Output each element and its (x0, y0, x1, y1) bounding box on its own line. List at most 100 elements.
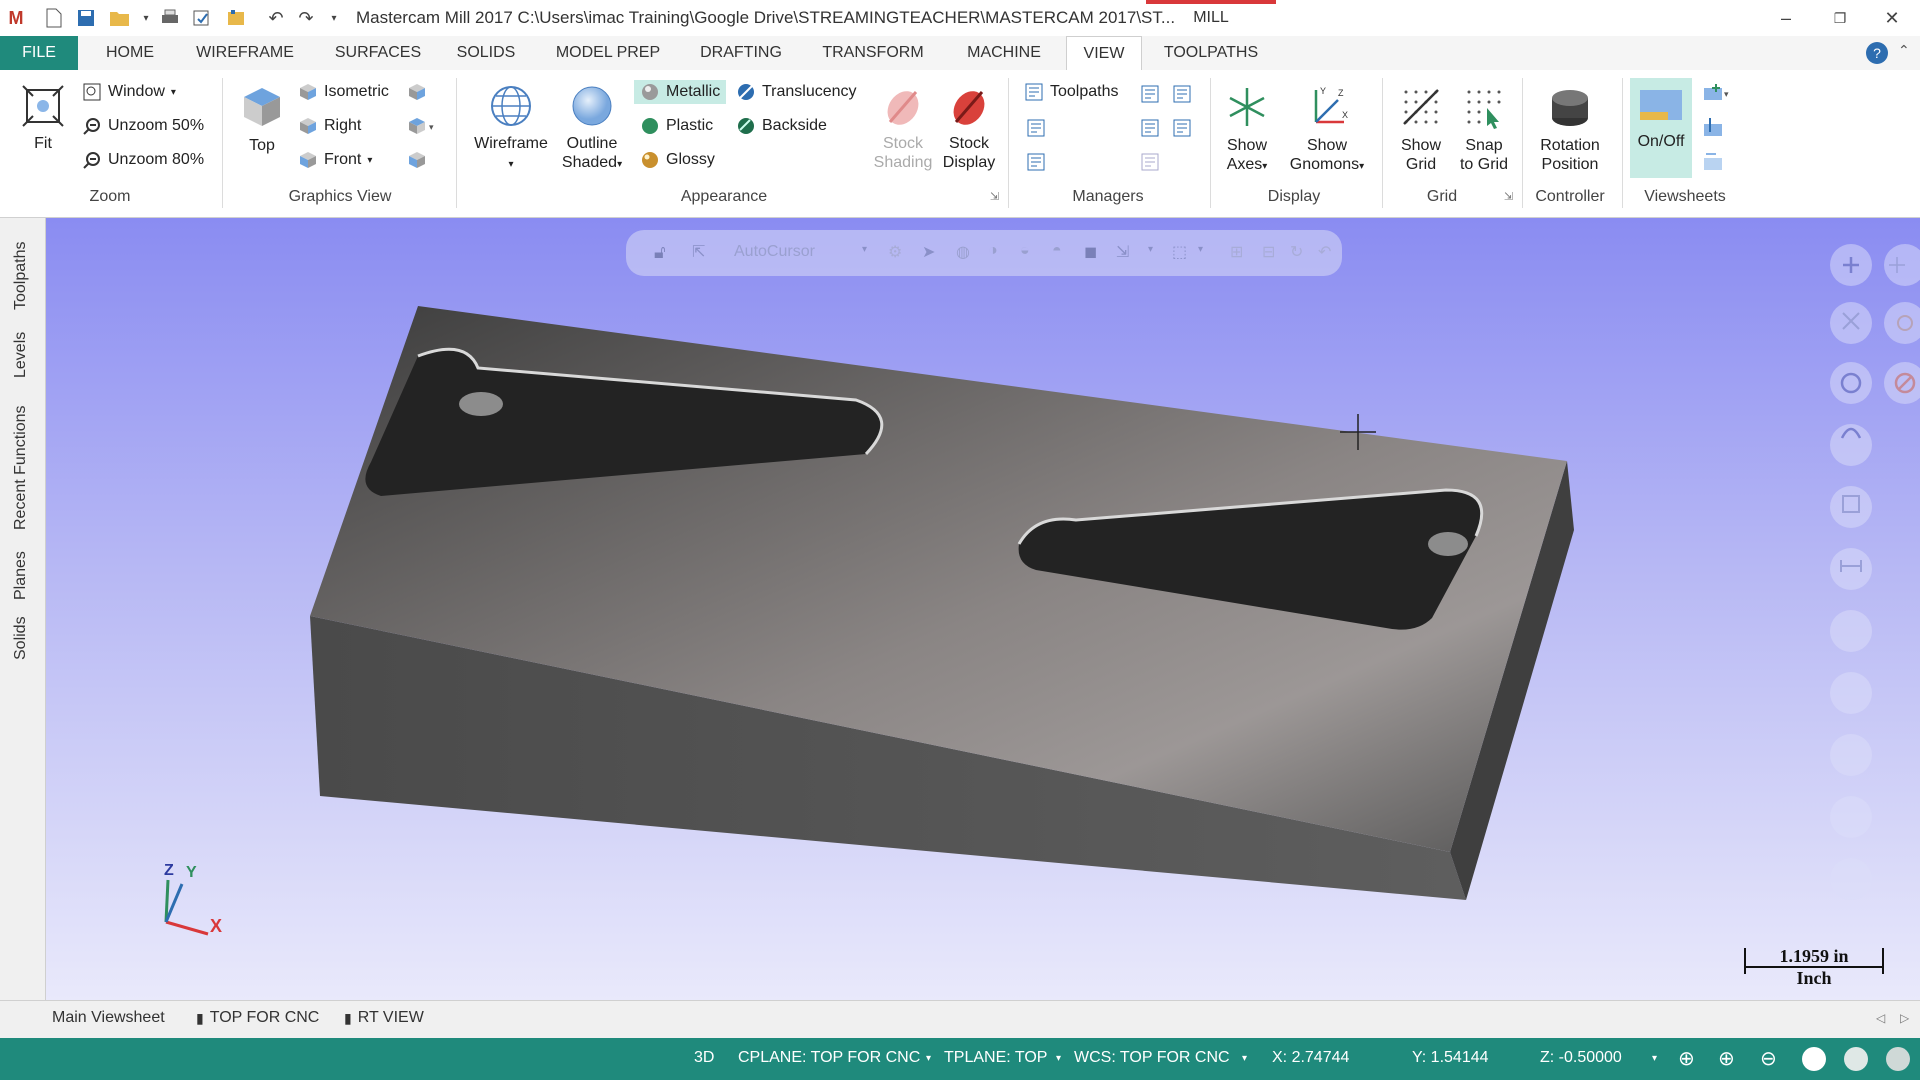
backside-button[interactable]: Backside (736, 116, 827, 136)
metallic-button[interactable]: Metallic (634, 80, 727, 104)
viewsheets-onoff-button[interactable]: On/Off (1630, 78, 1692, 178)
unzoom-50-button[interactable]: Unzoom 50% (82, 116, 204, 136)
help-icon[interactable]: ? (1866, 42, 1888, 64)
part-model[interactable] (46, 218, 1920, 1000)
manager-panel-icon[interactable] (1172, 84, 1192, 109)
manager-panel-icon[interactable] (1140, 152, 1160, 177)
mastercam-logo-icon: M (8, 7, 24, 28)
glossy-sphere-icon (640, 150, 660, 170)
show-axes-button[interactable]: Show Axes▾ (1214, 84, 1280, 176)
manager-panel-icon[interactable] (1140, 84, 1160, 109)
chevron-down-icon[interactable]: ▾ (1242, 1053, 1247, 1064)
minimize-icon[interactable]: – (1766, 4, 1806, 32)
customize-qat-icon[interactable]: ▾ (322, 6, 346, 30)
shaded-outline-icon[interactable] (1844, 1047, 1868, 1071)
status-mode[interactable]: 3D (694, 1049, 714, 1067)
chevron-down-icon[interactable]: ▾ (1652, 1053, 1657, 1064)
dock-tab-solids[interactable]: Solids (12, 616, 30, 660)
dock-tab-levels[interactable]: Levels (12, 332, 30, 378)
shaded-display-icon[interactable] (1802, 1047, 1826, 1071)
open-folder-icon[interactable] (108, 6, 132, 30)
tab-view[interactable]: VIEW (1066, 36, 1142, 70)
translucency-toggle-icon[interactable] (1886, 1047, 1910, 1071)
rename-viewsheet-icon[interactable] (1702, 116, 1724, 143)
top-view-button[interactable]: Top (234, 84, 290, 155)
glossy-button[interactable]: Glossy (640, 150, 715, 170)
wireframe-display-icon[interactable]: ⊕ (1678, 1046, 1695, 1071)
fit-button[interactable]: Fit (16, 84, 70, 153)
grid-dialog-launcher-icon[interactable]: ⇲ (1504, 190, 1513, 203)
tab-toolpaths[interactable]: TOOLPATHS (1150, 36, 1272, 70)
dock-tab-recent-functions[interactable]: Recent Functions (12, 405, 30, 530)
tab-surfaces[interactable]: SURFACES (326, 36, 430, 70)
view-cube-small-icon[interactable] (406, 150, 428, 177)
hidden-line-removed-icon[interactable]: ⊖ (1760, 1046, 1777, 1071)
snap-to-grid-button[interactable]: Snap to Grid (1452, 84, 1516, 174)
right-view-button[interactable]: Right (298, 116, 361, 136)
close-icon[interactable]: ✕ (1872, 4, 1912, 32)
manager-panel-icon[interactable] (1172, 118, 1192, 143)
dock-tab-planes[interactable]: Planes (12, 551, 30, 600)
print-preview-icon[interactable] (190, 6, 214, 30)
print-icon[interactable] (158, 6, 182, 30)
display-group-label: Display (1267, 188, 1321, 205)
show-grid-button[interactable]: Show Grid (1390, 84, 1452, 174)
appearance-dialog-launcher-icon[interactable]: ⇲ (990, 190, 999, 203)
wireframe-button[interactable]: Wireframe ▾ (468, 84, 554, 174)
dock-tab-toolpaths[interactable]: Toolpaths (12, 242, 30, 311)
graphics-viewport[interactable]: 🔓︎ ⇱ AutoCursor ▾ ⚙ ➤ ◍ ◑ ◒ ◓ ◼ ⇲ ▾ ⬚ ▾ … (46, 218, 1920, 1000)
undo-icon[interactable]: ↶ (264, 6, 288, 30)
status-wcs[interactable]: WCS: TOP FOR CNC (1074, 1049, 1230, 1067)
tab-transform[interactable]: TRANSFORM (812, 36, 934, 70)
tab-solids[interactable]: SOLIDS (450, 36, 522, 70)
manager-panel-icon[interactable] (1026, 152, 1046, 177)
tab-drafting[interactable]: DRAFTING (692, 36, 790, 70)
chevron-down-icon[interactable]: ▾ (134, 6, 158, 30)
hidden-line-icon[interactable]: ⊕ (1718, 1046, 1735, 1071)
restore-icon[interactable]: ❐ (1820, 4, 1860, 32)
redo-icon[interactable]: ↷ (294, 6, 318, 30)
tab-model-prep[interactable]: MODEL PREP (544, 36, 672, 70)
outline-shaded-button[interactable]: Outline Shaded▾ (552, 84, 632, 174)
save-icon[interactable] (74, 6, 98, 30)
rotation-position-button[interactable]: Rotation Position (1526, 84, 1614, 174)
view-cube-small-icon[interactable]: ▾ (406, 116, 436, 143)
tab-file[interactable]: FILE (0, 36, 78, 70)
tab-wireframe[interactable]: WIREFRAME (186, 36, 304, 70)
translucency-button[interactable]: Translucency (736, 82, 857, 102)
collapse-ribbon-icon[interactable]: ⌃ (1898, 42, 1910, 59)
scroll-right-icon[interactable]: ▷ (1900, 1011, 1909, 1025)
viewsheet-top-for-cnc[interactable]: ▮ TOP FOR CNC (196, 1009, 319, 1027)
plastic-button[interactable]: Plastic (640, 116, 713, 136)
stock-display-button[interactable]: Stock Display (936, 84, 1002, 172)
status-tplane[interactable]: TPLANE: TOP (944, 1049, 1047, 1067)
viewsheet-settings-icon[interactable] (1702, 150, 1724, 177)
scroll-left-icon[interactable]: ◁ (1876, 1011, 1885, 1025)
tab-machine[interactable]: MACHINE (956, 36, 1052, 70)
svg-text:Z: Z (1338, 88, 1344, 98)
right-cube-icon (298, 116, 318, 136)
view-cube-small-icon[interactable] (406, 82, 428, 109)
chevron-down-icon[interactable]: ▾ (1056, 1053, 1061, 1064)
front-view-button[interactable]: Front ▾ (298, 150, 372, 170)
show-gnomons-button[interactable]: YZX Show Gnomons▾ (1282, 84, 1372, 176)
zoom-window-button[interactable]: Window ▾ (82, 82, 176, 102)
stock-shading-button[interactable]: Stock Shading (868, 84, 938, 172)
svg-text:▾: ▾ (1724, 89, 1729, 99)
isometric-view-button[interactable]: Isometric (298, 82, 389, 102)
manager-panel-icon[interactable] (1140, 118, 1160, 143)
front-cube-icon (298, 150, 318, 170)
chevron-down-icon[interactable]: ▾ (926, 1053, 931, 1064)
viewsheet-rt-view[interactable]: ▮ RT VIEW (344, 1009, 424, 1027)
unzoom-80-button[interactable]: Unzoom 80% (82, 150, 204, 170)
axes-gnomon-icon (164, 879, 209, 936)
toolpaths-manager-button[interactable]: Toolpaths (1024, 82, 1119, 102)
axis-y-label: Y (186, 864, 197, 881)
viewsheet-main[interactable]: Main Viewsheet (52, 1009, 165, 1027)
new-file-icon[interactable] (42, 6, 66, 30)
manager-panel-icon[interactable] (1026, 118, 1046, 143)
status-cplane[interactable]: CPLANE: TOP FOR CNC (738, 1049, 920, 1067)
tab-home[interactable]: HOME (92, 36, 168, 70)
properties-icon[interactable] (224, 6, 248, 30)
add-viewsheet-icon[interactable]: ▾ (1702, 82, 1734, 109)
